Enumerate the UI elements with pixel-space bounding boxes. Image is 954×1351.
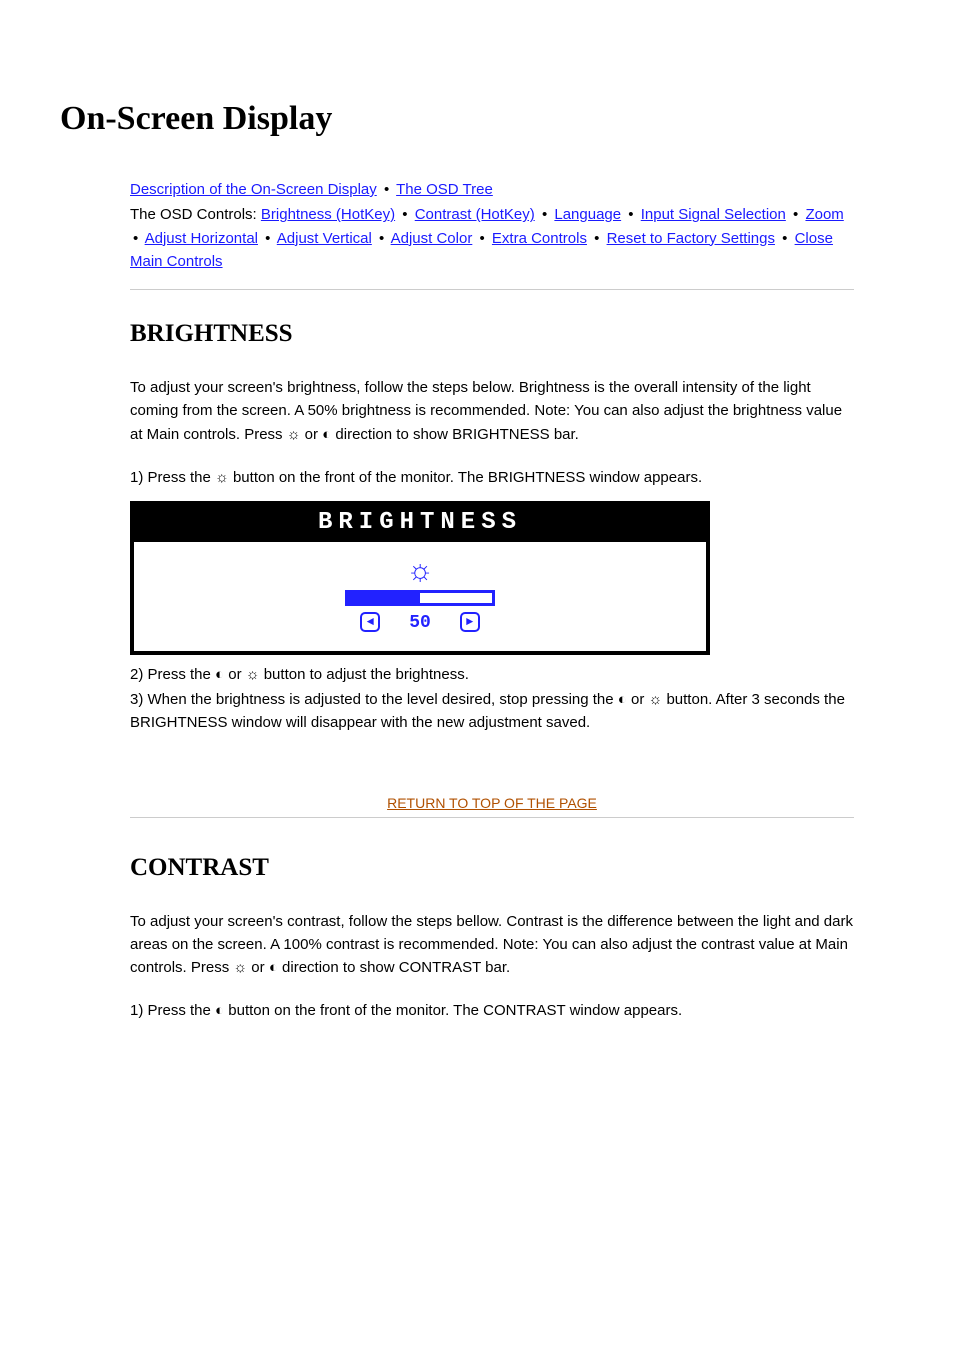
sun-icon: ☼: [649, 688, 663, 711]
page-title: On-Screen Display: [60, 100, 894, 138]
separator-dot: •: [133, 230, 138, 247]
sun-icon: ☼: [287, 423, 301, 446]
contrast-step1-suffix: button on the front of the monitor. The …: [228, 1002, 682, 1019]
separator-dot: •: [542, 206, 547, 223]
sun-icon: ☼: [134, 556, 706, 586]
brightness-step3-mid: or: [631, 691, 649, 708]
brightness-heading: BRIGHTNESS: [130, 320, 854, 348]
brightness-step1-prefix: 1) Press the: [130, 469, 215, 486]
nav-adjust-vertical-link[interactable]: Adjust Vertical: [277, 230, 372, 247]
contrast-intro-suffix: direction to show CONTRAST bar.: [282, 959, 510, 976]
nav-brightness-link[interactable]: Brightness (HotKey): [261, 206, 395, 223]
contrast-heading: CONTRAST: [130, 854, 854, 882]
brightness-step3-prefix: 3) When the brightness is adjusted to th…: [130, 691, 618, 708]
right-arrow-icon: ►: [460, 612, 480, 632]
return-to-top-link[interactable]: RETURN TO TOP OF THE PAGE: [130, 795, 854, 811]
nav-contrast-link[interactable]: Contrast (HotKey): [415, 206, 535, 223]
contrast-intro-mid: or: [251, 959, 269, 976]
sun-icon: ☼: [215, 466, 229, 489]
left-arrow-icon: ◄: [360, 612, 380, 632]
contrast-icon: ◐: [269, 956, 278, 979]
separator-dot: •: [479, 230, 484, 247]
separator-dot: •: [379, 230, 384, 247]
nav-adjust-color-link[interactable]: Adjust Color: [391, 230, 473, 247]
sun-icon: ☼: [246, 663, 260, 686]
nav-adjust-horizontal-link[interactable]: Adjust Horizontal: [145, 230, 258, 247]
brightness-intro-mid: or: [305, 426, 323, 443]
osd-title: BRIGHTNESS: [134, 505, 706, 542]
separator-dot: •: [265, 230, 270, 247]
brightness-step2-suffix: button to adjust the brightness.: [264, 666, 469, 683]
contrast-icon: ◐: [322, 423, 331, 446]
sun-icon: ☼: [233, 956, 247, 979]
separator-dot: •: [628, 206, 633, 223]
brightness-osd-diagram: BRIGHTNESS ☼ ◄ 50 ►: [130, 501, 710, 655]
contrast-icon: ◐: [618, 688, 627, 711]
nav-osd-tree-link[interactable]: The OSD Tree: [396, 181, 493, 198]
nav-extra-controls-link[interactable]: Extra Controls: [492, 230, 587, 247]
divider: [130, 817, 854, 818]
nav-language-link[interactable]: Language: [554, 206, 621, 223]
brightness-step1-suffix: button on the front of the monitor. The …: [233, 469, 702, 486]
brightness-intro-suffix: direction to show BRIGHTNESS bar.: [335, 426, 578, 443]
nav-controls-label: The OSD Controls:: [130, 206, 257, 223]
separator-dot: •: [782, 230, 787, 247]
nav-reset-factory-link[interactable]: Reset to Factory Settings: [607, 230, 775, 247]
brightness-bar: [345, 590, 495, 606]
nav-zoom-link[interactable]: Zoom: [805, 206, 843, 223]
separator-dot: •: [402, 206, 407, 223]
nav-input-signal-link[interactable]: Input Signal Selection: [641, 206, 786, 223]
divider: [130, 289, 854, 290]
contrast-step1-prefix: 1) Press the: [130, 1002, 215, 1019]
brightness-value: 50: [409, 613, 431, 633]
separator-dot: •: [793, 206, 798, 223]
contrast-icon: ◐: [215, 999, 224, 1022]
brightness-step2-mid: or: [228, 666, 246, 683]
nav-description-link[interactable]: Description of the On-Screen Display: [130, 181, 377, 198]
separator-dot: •: [384, 181, 389, 198]
brightness-step2-prefix: 2) Press the: [130, 666, 215, 683]
contrast-icon: ◐: [215, 663, 224, 686]
separator-dot: •: [594, 230, 599, 247]
